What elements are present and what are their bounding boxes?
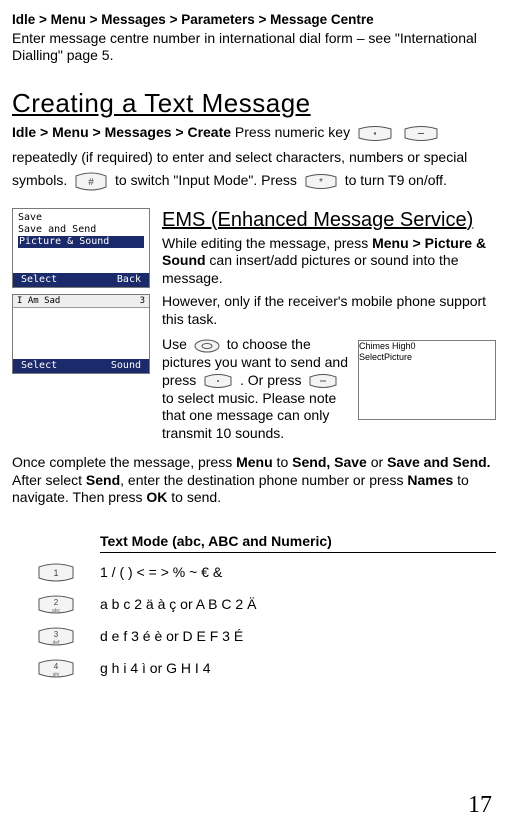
intro-text: Enter message centre number in internati… (12, 30, 496, 65)
key-1-icon: 1 (37, 563, 75, 583)
svg-text:ghi: ghi (53, 672, 60, 678)
hash-key-icon: # (74, 170, 108, 194)
text-mode-table-heading: Text Mode (abc, ABC and Numeric) (100, 533, 496, 554)
ems-paragraph-1: While editing the message, press Menu > … (162, 235, 496, 288)
heading-creating-text-message: Creating a Text Message (12, 87, 496, 120)
right-softkey-icon (308, 372, 338, 390)
svg-text:#: # (88, 177, 94, 188)
svg-text:2: 2 (54, 598, 59, 607)
svg-text:1: 1 (53, 568, 58, 578)
page-number: 17 (468, 790, 492, 820)
finish-paragraph: Once complete the message, press Menu to… (12, 454, 496, 507)
svg-text:3: 3 (54, 630, 59, 639)
svg-text:abc: abc (52, 608, 61, 614)
key-3-icon: 3def (37, 627, 75, 647)
create-instructions: Idle > Menu > Messages > Create Press nu… (12, 121, 496, 193)
nav-key-icon (194, 337, 220, 355)
heading-ems: EMS (Enhanced Message Service) (162, 208, 496, 233)
nav-path-create: Idle > Menu > Messages > Create (12, 124, 231, 140)
key-row-3: 3def d e f 3 é è or D E F 3 É (12, 627, 496, 647)
key-row-1: 1 1 / ( ) < = > % ~ € & (12, 563, 496, 583)
star-key-icon: * (304, 170, 338, 194)
left-softkey-icon (203, 372, 233, 390)
screenshot-sound-select: Chimes High0 SelectPicture (358, 340, 496, 420)
key-4-icon: 4ghi (37, 659, 75, 679)
nav-path-message-centre: Idle > Menu > Messages > Parameters > Me… (12, 12, 496, 29)
screenshot-save-menu: Save Save and Send Picture & Sound Selec… (12, 208, 150, 288)
key-row-2: 2abc a b c 2 ä à ç or A B C 2 Ä (12, 595, 496, 615)
ems-paragraph-3: Chimes High0 SelectPicture Use to choose… (162, 336, 496, 442)
svg-text:4: 4 (54, 662, 59, 671)
svg-text:*: * (319, 177, 323, 188)
phone-screenshots-column: Save Save and Send Picture & Sound Selec… (12, 208, 154, 380)
key-2-icon: 2abc (37, 595, 75, 615)
ems-paragraph-2: However, only if the receiver's mobile p… (162, 293, 496, 328)
left-softkey-icon (357, 122, 393, 146)
key-row-4: 4ghi g h i 4 ì or G H I 4 (12, 659, 496, 679)
svg-text:def: def (53, 640, 61, 646)
screenshot-picture-select: I Am Sad3 SelectSound (12, 294, 150, 374)
right-softkey-icon (403, 122, 439, 146)
